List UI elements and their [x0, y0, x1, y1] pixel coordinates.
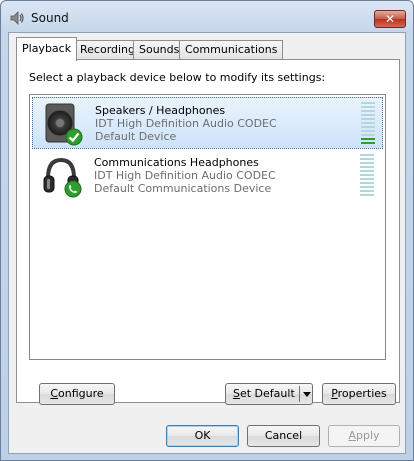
- device-name: Communications Headphones: [94, 156, 259, 169]
- close-icon: ✕: [384, 12, 396, 26]
- close-button[interactable]: ✕: [374, 10, 406, 28]
- volume-meter: [360, 154, 374, 198]
- device-status: Default Communications Device: [94, 182, 272, 195]
- button-label: roperties: [337, 387, 387, 400]
- tab-label: Sounds: [139, 43, 180, 56]
- button-label: Cancel: [264, 429, 303, 442]
- ok-button[interactable]: OK: [166, 425, 239, 447]
- button-label: et Default: [239, 387, 295, 400]
- properties-button[interactable]: Properties: [322, 383, 396, 405]
- button-label: onfigure: [58, 387, 104, 400]
- button-label: pply: [356, 429, 380, 442]
- tab-label: Communications: [185, 43, 278, 56]
- tab-recording[interactable]: Recording: [74, 40, 142, 60]
- playback-tab-page: Select a playback device below to modify…: [16, 59, 400, 405]
- mnemonic: S: [233, 387, 240, 400]
- button-label: OK: [194, 429, 211, 442]
- device-name: Speakers / Headphones: [95, 104, 226, 117]
- device-driver: IDT High Definition Audio CODEC: [94, 169, 276, 182]
- mnemonic: A: [348, 429, 356, 442]
- dialog-client-area: Playback Recording Sounds Communications…: [8, 32, 406, 454]
- volume-meter: [361, 102, 375, 146]
- set-default-button[interactable]: Set Default: [225, 383, 313, 405]
- device-item-communications-headphones[interactable]: Communications Headphones IDT High Defin…: [32, 150, 383, 202]
- device-status: Default Device: [95, 130, 177, 143]
- tab-communications[interactable]: Communications: [179, 40, 284, 60]
- apply-button[interactable]: Apply: [328, 425, 400, 447]
- device-list[interactable]: Speakers / Headphones IDT High Definitio…: [29, 94, 386, 360]
- configure-button[interactable]: Configure: [39, 383, 115, 405]
- communications-phone-icon: [64, 180, 82, 198]
- tab-sounds[interactable]: Sounds: [133, 40, 186, 60]
- window-title: Sound: [31, 11, 69, 25]
- tab-label: Playback: [22, 42, 72, 55]
- split-divider: [299, 386, 300, 402]
- sound-app-icon: [10, 11, 24, 25]
- instruction-text: Select a playback device below to modify…: [29, 71, 326, 84]
- tab-playback[interactable]: Playback: [16, 37, 78, 61]
- default-check-icon: [65, 128, 83, 146]
- mnemonic: C: [50, 387, 59, 400]
- title-bar[interactable]: Sound ✕: [1, 1, 413, 33]
- tab-label: Recording: [80, 43, 136, 56]
- sound-dialog: Sound ✕ Playback Recording Sounds Commun…: [0, 0, 414, 461]
- device-item-speakers[interactable]: Speakers / Headphones IDT High Definitio…: [32, 97, 383, 149]
- cancel-button[interactable]: Cancel: [247, 425, 320, 447]
- device-driver: IDT High Definition Audio CODEC: [95, 117, 277, 130]
- dropdown-arrow-icon[interactable]: [303, 392, 311, 397]
